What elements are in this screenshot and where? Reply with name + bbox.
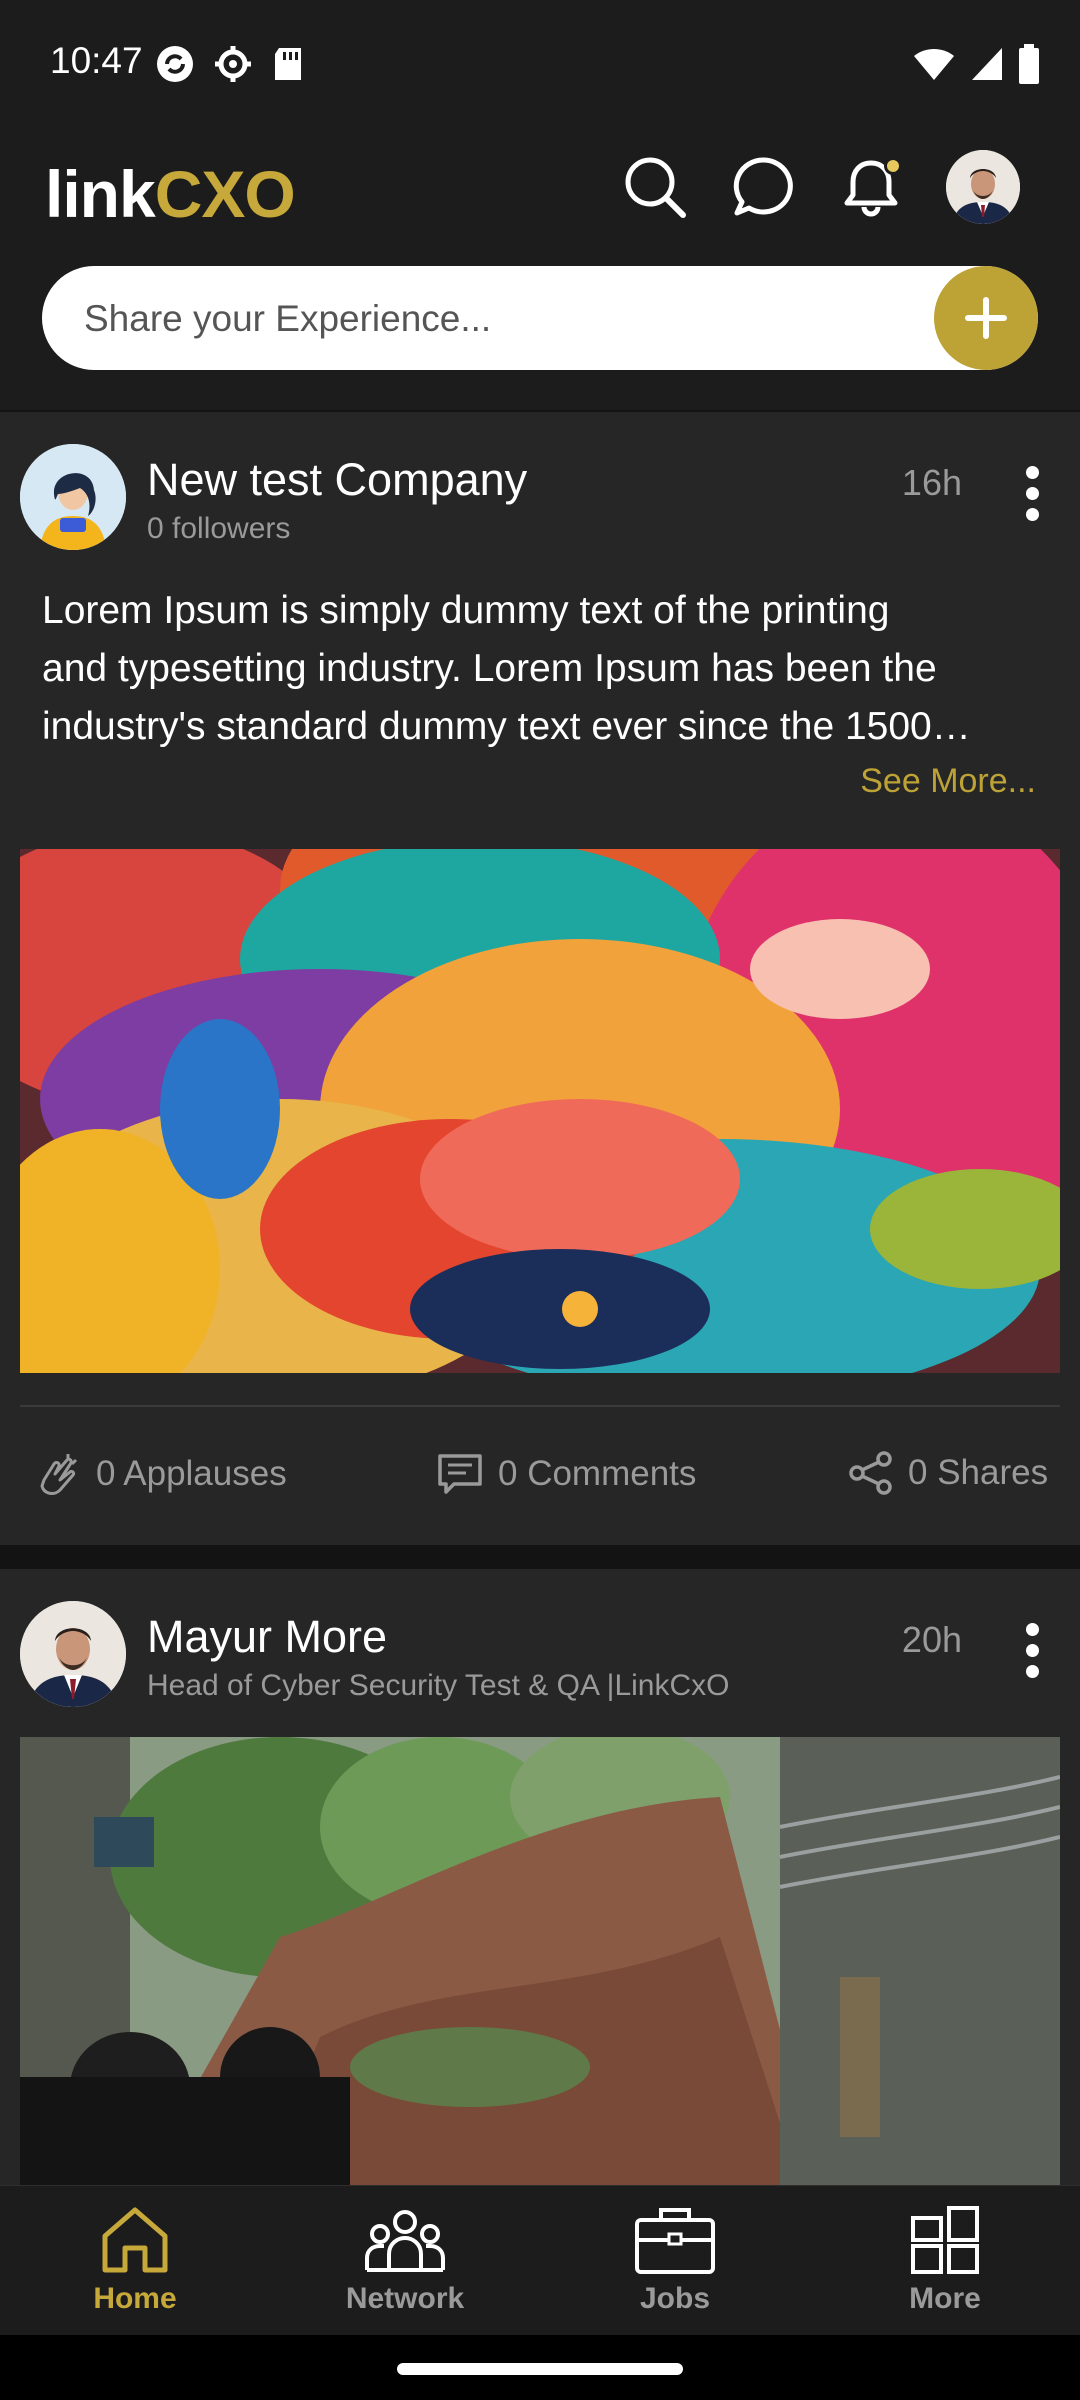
company-logo-image [20, 444, 126, 550]
settings-icon [215, 46, 251, 82]
status-notification-icons [155, 44, 305, 84]
applause-icon [40, 1454, 78, 1495]
user-photo [20, 1601, 126, 1707]
share-icon [849, 1451, 892, 1495]
see-more-link[interactable]: See More... [860, 762, 1036, 801]
post-card: Mayur More Head of Cyber Security Test &… [0, 1569, 1080, 2185]
abstract-art-image [20, 849, 1060, 1373]
post-options-button[interactable] [1022, 1623, 1042, 1678]
post-stats-row: 0 Applauses 0 Comments 0 Shares [0, 1442, 1080, 1522]
network-icon [365, 2210, 445, 2272]
share-button[interactable]: 0 Shares [848, 1450, 1048, 1496]
grid-icon [911, 2206, 979, 2274]
create-post-button[interactable] [934, 266, 1038, 370]
status-bar: 10:47 [0, 0, 1080, 130]
kebab-dot [1025, 1623, 1039, 1636]
nav-network[interactable]: Network [305, 2204, 505, 2316]
sync-icon [157, 46, 193, 82]
post-author-name[interactable]: New test Company [147, 454, 527, 506]
status-system-icons [912, 44, 1040, 84]
status-time: 10:47 [50, 40, 143, 81]
comments-count: 0 Comments [498, 1454, 697, 1493]
kebab-dot [1025, 508, 1039, 521]
comment-icon [438, 1454, 482, 1494]
applause-button[interactable]: 0 Applauses [34, 1450, 287, 1498]
post-image-landslide[interactable] [20, 1737, 1060, 2185]
home-icon [102, 2207, 168, 2273]
sd-card-icon [275, 48, 301, 80]
nav-jobs[interactable]: Jobs [575, 2204, 775, 2316]
post-options-button[interactable] [1022, 466, 1042, 521]
linkcxo-logo[interactable]: link CXO [45, 157, 296, 231]
nav-network-label: Network [345, 2282, 465, 2315]
chat-bubble-icon [733, 157, 793, 216]
header-actions [622, 150, 1020, 224]
post-body-text: Lorem Ipsum is simply dummy text of the … [42, 582, 1038, 756]
post-text-line: industry's standard dummy text ever sinc… [42, 705, 971, 748]
kebab-dot [1025, 487, 1039, 500]
nav-home[interactable]: Home [35, 2204, 235, 2316]
post-author-headline: Head of Cyber Security Test & QA |LinkCx… [147, 1669, 730, 1702]
kebab-dot [1025, 466, 1039, 479]
nav-home-label: Home [93, 2282, 177, 2315]
logo-text-cxo: CXO [154, 157, 296, 231]
wifi-icon [914, 48, 954, 80]
applause-count: 0 Applauses [96, 1454, 287, 1493]
notifications-button[interactable] [838, 154, 904, 220]
profile-avatar[interactable] [946, 150, 1020, 224]
plus-icon [965, 297, 1007, 339]
logo-text-link: link [45, 157, 156, 231]
post-timestamp: 20h [901, 1619, 962, 1660]
nav-jobs-label: Jobs [639, 2282, 711, 2315]
bottom-navigation: Home Network Jobs More [0, 2185, 1080, 2335]
shares-count: 0 Shares [908, 1453, 1049, 1492]
battery-icon [1019, 44, 1039, 84]
share-placeholder: Share your Experience... [84, 298, 492, 339]
post-divider [20, 1405, 1060, 1407]
system-gesture-bar [0, 2335, 1080, 2400]
app-header: link CXO Share your Experience... [0, 130, 1080, 410]
nav-more-label: More [909, 2282, 981, 2315]
home-gesture-handle[interactable] [397, 2363, 683, 2375]
comments-button[interactable]: 0 Comments [436, 1450, 696, 1498]
post-timestamp: 16h [901, 462, 962, 503]
signal-icon [972, 48, 1002, 80]
post-text-line: and typesetting industry. Lorem Ipsum ha… [42, 647, 937, 690]
share-experience-input[interactable]: Share your Experience... [42, 266, 1038, 370]
post-card: New test Company 0 followers 16h Lorem I… [0, 412, 1080, 1545]
messages-button[interactable] [730, 154, 796, 220]
user-avatar[interactable] [20, 1601, 126, 1707]
kebab-dot [1025, 1644, 1039, 1657]
post-image-abstract[interactable] [20, 849, 1060, 1373]
nav-more[interactable]: More [845, 2204, 1045, 2316]
profile-photo [946, 150, 1020, 224]
post-author-name[interactable]: Mayur More [147, 1611, 387, 1663]
kebab-dot [1025, 1665, 1039, 1678]
feed-divider [0, 1545, 1080, 1569]
notification-dot [884, 157, 902, 175]
post-author-followers: 0 followers [147, 512, 291, 545]
search-icon [625, 157, 686, 218]
post-text-line: Lorem Ipsum is simply dummy text of the … [42, 589, 890, 632]
landslide-photo [20, 1737, 1060, 2185]
company-avatar[interactable] [20, 444, 126, 550]
search-button[interactable] [622, 154, 688, 220]
briefcase-icon [635, 2208, 715, 2274]
